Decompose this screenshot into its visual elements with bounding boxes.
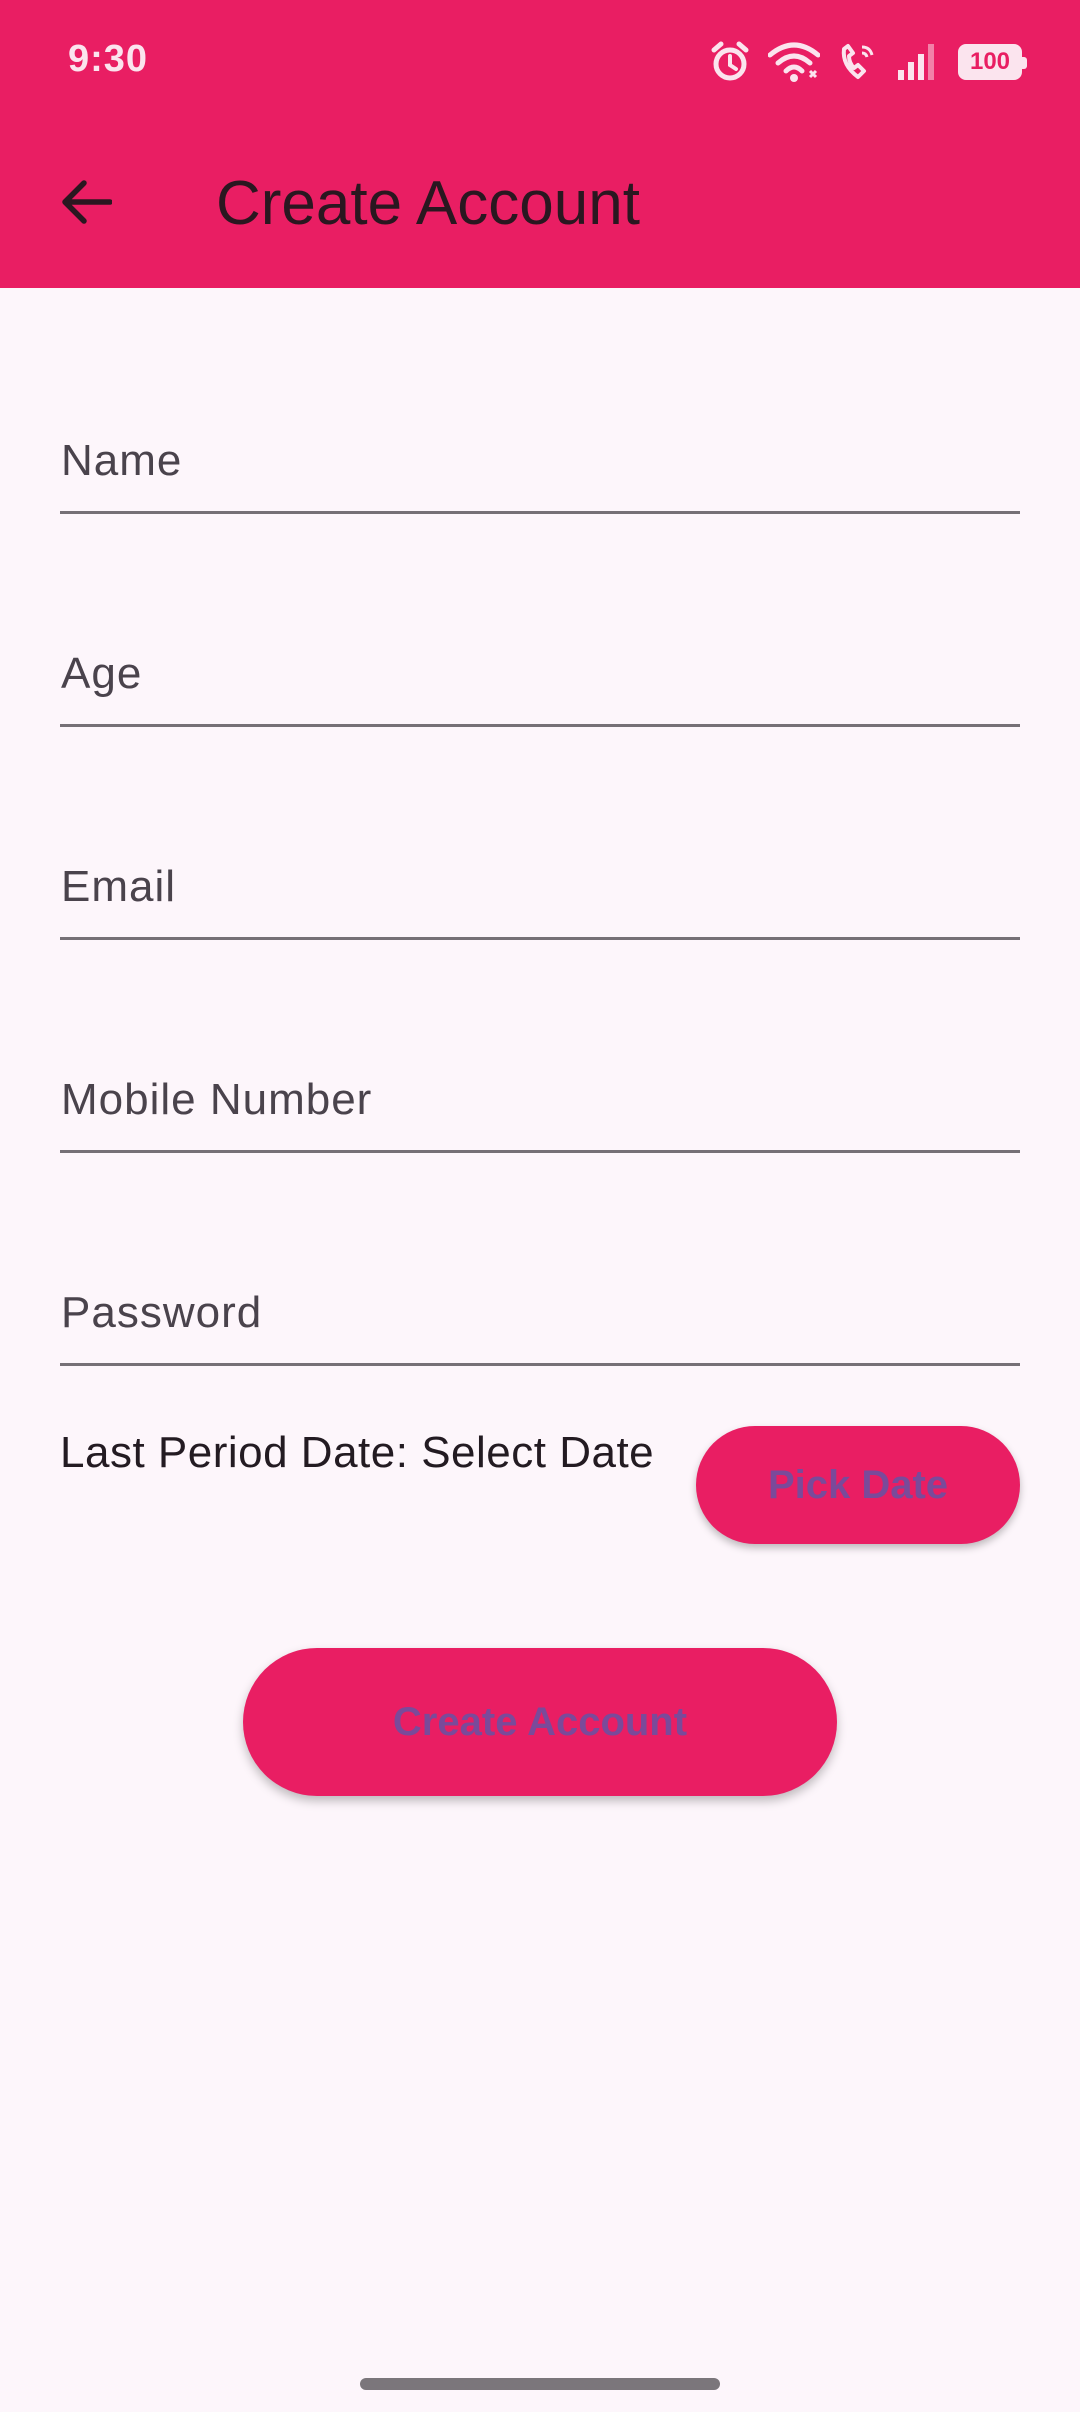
battery-icon: 100 xyxy=(958,44,1027,80)
email-placeholder: Email xyxy=(61,862,177,911)
mobile-number-placeholder: Mobile Number xyxy=(61,1075,373,1124)
page-title: Create Account xyxy=(216,169,640,238)
mobile-number-field[interactable]: Mobile Number xyxy=(60,1053,1020,1153)
email-field[interactable]: Email xyxy=(60,840,1020,940)
name-placeholder: Name xyxy=(61,436,183,485)
create-account-screen: 9:30 100 Create Account Name Age Email M… xyxy=(0,0,1080,2412)
password-field[interactable]: Password xyxy=(60,1266,1020,1366)
signal-icon xyxy=(896,42,940,82)
age-field[interactable]: Age xyxy=(60,627,1020,727)
wifi-icon xyxy=(768,41,820,83)
pick-date-button[interactable]: Pick Date xyxy=(696,1426,1020,1544)
home-indicator[interactable] xyxy=(360,2378,720,2390)
status-time: 9:30 xyxy=(68,38,149,80)
wifi-call-icon xyxy=(838,41,878,83)
app-bar: 9:30 100 Create Account xyxy=(0,0,1080,288)
status-icons: 100 xyxy=(710,38,1027,86)
create-account-button[interactable]: Create Account xyxy=(243,1648,837,1796)
age-placeholder: Age xyxy=(61,649,143,698)
arrow-back-icon xyxy=(60,178,113,231)
alarm-icon xyxy=(710,40,750,84)
back-button[interactable] xyxy=(46,164,126,244)
password-placeholder: Password xyxy=(61,1288,263,1337)
name-field[interactable]: Name xyxy=(60,414,1020,514)
last-period-date-label: Last Period Date: Select Date xyxy=(60,1428,655,1477)
